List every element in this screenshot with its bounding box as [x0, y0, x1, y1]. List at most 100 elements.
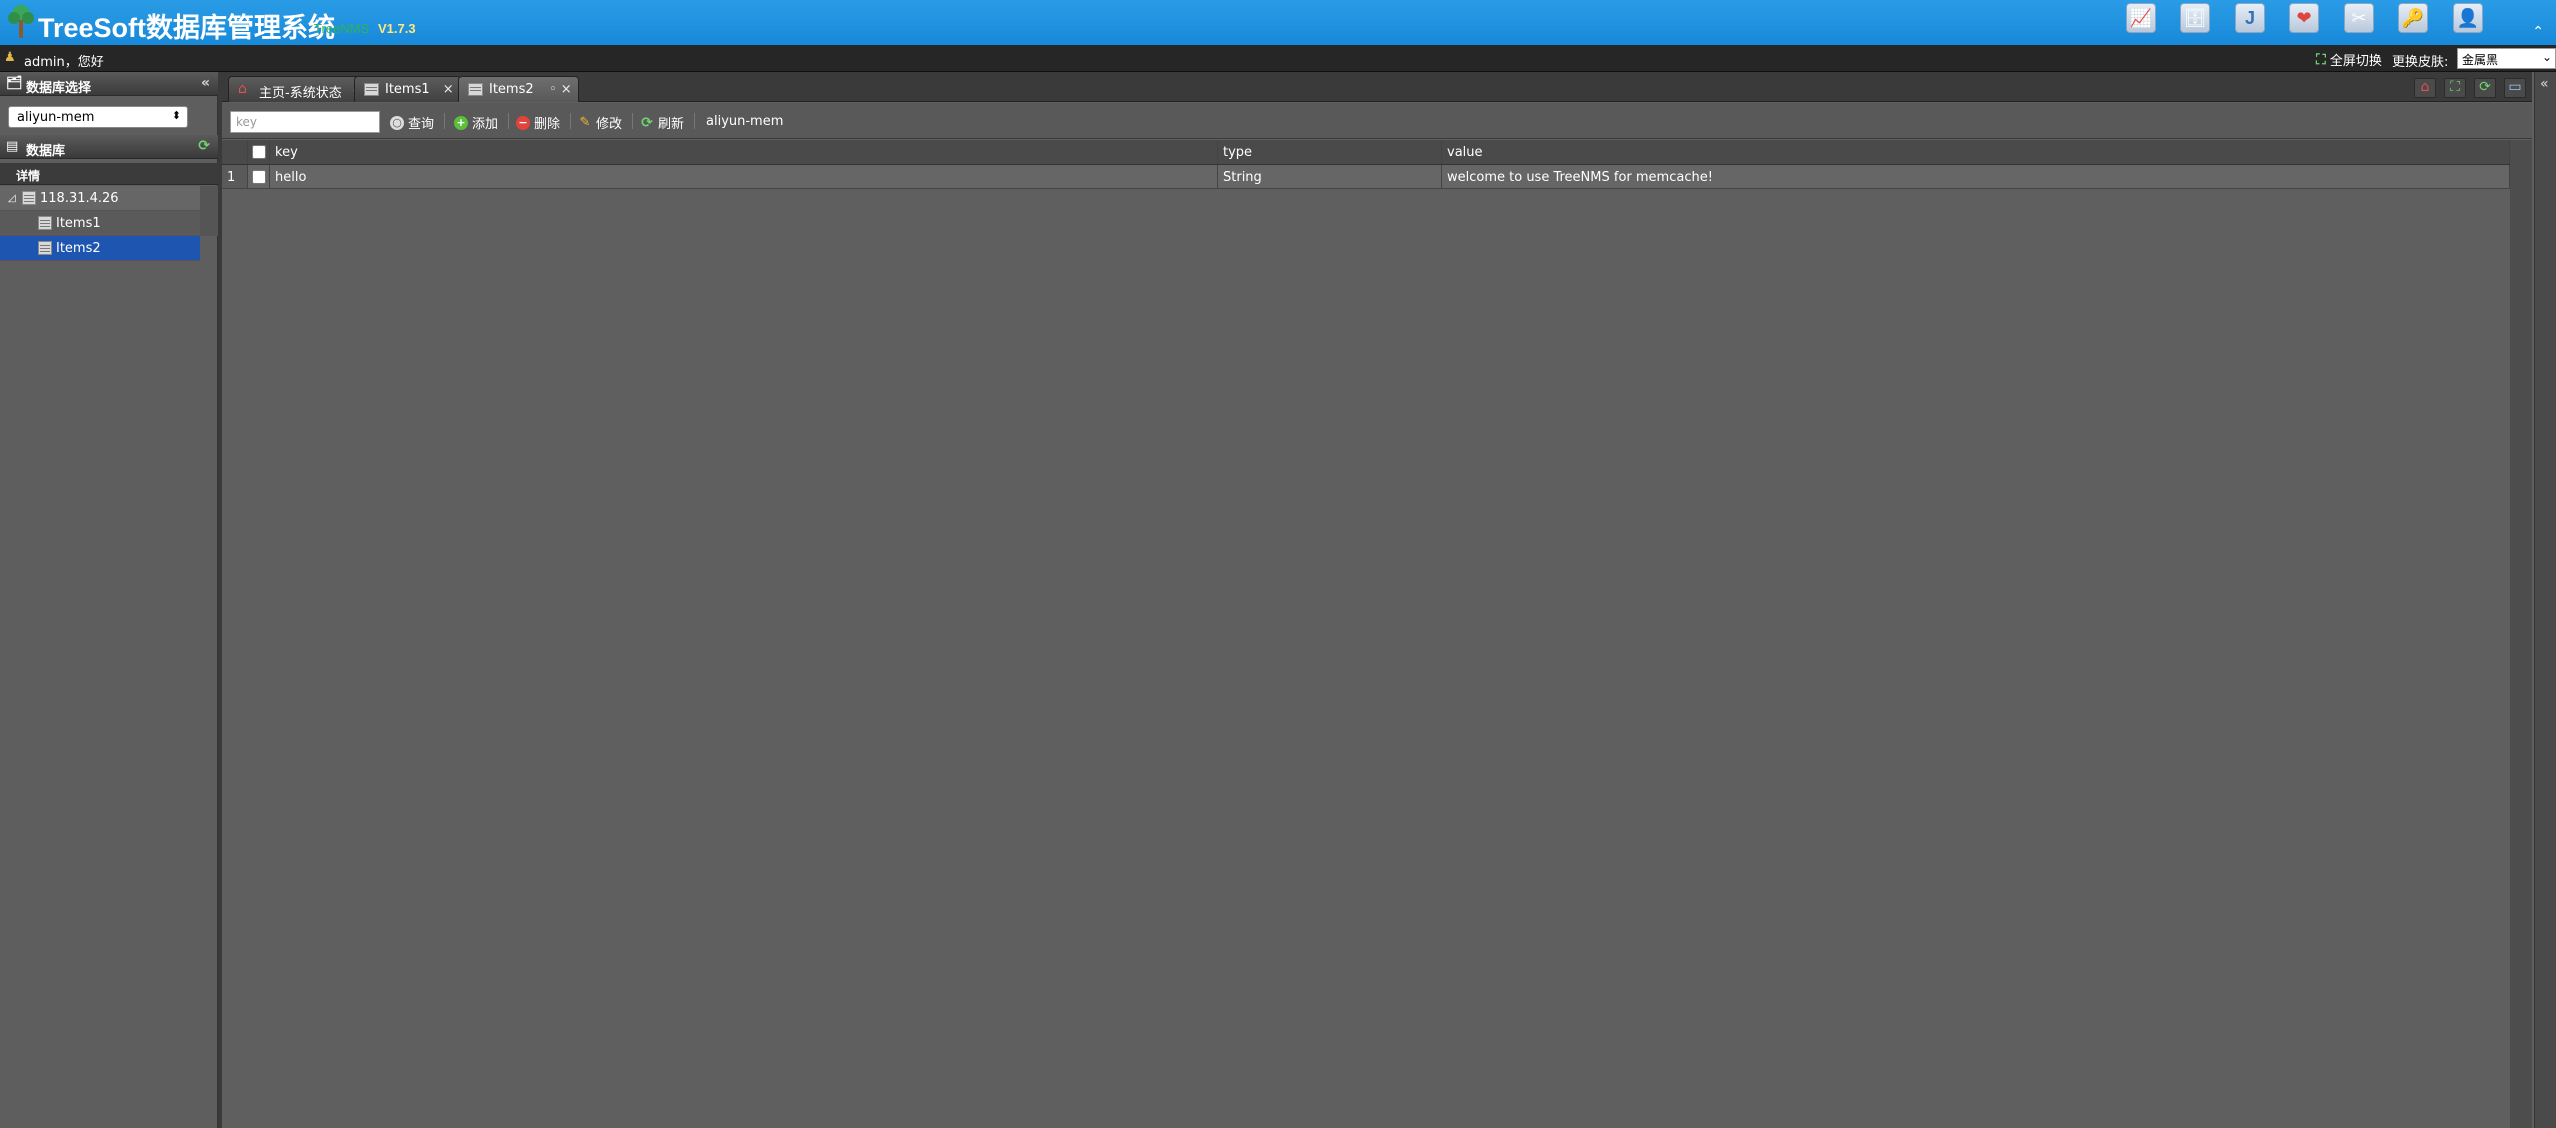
version-label: V1.7.3 [378, 21, 416, 36]
refresh-icon[interactable]: ⟳ [2474, 78, 2496, 98]
edit-button[interactable]: ✎ 修改 [578, 113, 622, 132]
separator [694, 113, 695, 129]
home-icon: ⌂ [238, 81, 247, 97]
search-input[interactable]: key [230, 111, 380, 133]
cell-key: hello [270, 165, 1218, 188]
tab-items1[interactable]: Items1 × [354, 76, 461, 102]
expand-right-icon[interactable]: « [2540, 76, 2549, 92]
refresh-tree-icon[interactable]: ⟳ [198, 138, 210, 154]
tab-label: Items1 [385, 82, 430, 97]
chevron-down-icon: ⌄ [2541, 50, 2552, 64]
add-label: 添加 [472, 117, 499, 132]
data-grid: key type value 1 hello String welcome to… [222, 140, 2510, 189]
column-header-value[interactable]: value [1442, 140, 2510, 164]
updown-icon: ⬍ [171, 109, 181, 122]
refresh-label: 刷新 [658, 117, 685, 132]
home-icon[interactable]: ⌂ [2414, 78, 2436, 98]
query-button[interactable]: ○ 查询 [390, 113, 434, 132]
skin-select[interactable]: 金属黑 ⌄ [2457, 48, 2556, 69]
add-icon: + [454, 115, 468, 130]
db-panel-title: 数据库 [26, 144, 66, 159]
sub-logo: TreeNMS [314, 21, 370, 36]
tree-node-label: Items1 [56, 216, 101, 231]
close-icon[interactable]: × [443, 82, 454, 97]
row-checkbox[interactable] [252, 170, 266, 184]
right-collapsed-panel[interactable]: « [2534, 72, 2556, 1128]
db-select-icon: 🗂 [6, 76, 23, 91]
toolbar: key ○ 查询 + 添加 − 删除 ✎ 修改 ⟳ 刷新 aliyun-mem [222, 103, 2532, 139]
key-icon[interactable]: 🔑 [2398, 3, 2428, 33]
tab-detail-label: 详情 [16, 169, 41, 183]
row-number: 1 [222, 165, 248, 188]
pencil-icon: ✎ [579, 114, 591, 130]
row-select-cell [248, 165, 270, 188]
tab-strip: ⌂ 主页-系统状态 ⌄ Items1 × Items2 ◦ × ⌂ ⛶ ⟳ ▭ [222, 72, 2532, 102]
refresh-button[interactable]: ⟳ 刷新 [640, 113, 685, 133]
tools-icon[interactable]: ✂ [2344, 3, 2374, 33]
heart-icon[interactable]: ❤ [2289, 3, 2319, 33]
tab-detail[interactable]: 详情 [0, 163, 218, 185]
fullscreen-icon: ⛶ [2316, 51, 2326, 68]
cell-value: welcome to use TreeNMS for memcache! [1442, 165, 2510, 188]
app-header: TreeSoft数据库管理系统 TreeNMS V1.7.3 📈 🗄 J ❤ ✂… [0, 0, 2556, 45]
close-icon[interactable]: ◦ × [549, 82, 572, 97]
table-icon [38, 241, 52, 255]
tree-node-label: Items2 [56, 241, 101, 256]
header-collapse-icon[interactable]: ⌃ [2532, 24, 2544, 40]
tab-label: Items2 [489, 82, 534, 97]
tree-expand-icon[interactable]: ◿ [8, 193, 16, 204]
table-icon [468, 83, 483, 96]
db-select-title: 数据库选择 [26, 81, 92, 96]
j-icon[interactable]: J [2235, 3, 2265, 33]
db-select-panel-header: 🗂 数据库选择 « [0, 72, 218, 96]
separator [444, 113, 445, 129]
tree-scrollbar[interactable] [200, 186, 218, 236]
separator [570, 113, 571, 129]
main-content: ⌂ 主页-系统状态 ⌄ Items1 × Items2 ◦ × ⌂ ⛶ ⟳ ▭ … [222, 72, 2532, 1128]
tab-home[interactable]: ⌂ 主页-系统状态 ⌄ [228, 76, 369, 102]
tree-node-items2[interactable]: Items2 [0, 236, 200, 261]
db-panel-header: ▤ 数据库 ⟳ [0, 135, 218, 159]
user-bar: ♟ admin，您好 ⛶ 全屏切换 更换皮肤: 金属黑 ⌄ [0, 45, 2556, 72]
db-select[interactable]: aliyun-mem ⬍ [8, 106, 188, 128]
separator [508, 113, 509, 129]
skin-value: 金属黑 [2462, 53, 2499, 67]
tree-node-items1[interactable]: Items1 [0, 211, 200, 236]
delete-label: 删除 [534, 117, 561, 132]
table-icon [364, 83, 379, 96]
select-all-cell [248, 140, 270, 164]
skin-label: 更换皮肤: [2392, 55, 2449, 70]
edit-label: 修改 [596, 117, 623, 132]
query-label: 查询 [408, 117, 435, 132]
fullscreen-toggle[interactable]: ⛶ 全屏切换 [2316, 50, 2382, 70]
select-all-checkbox[interactable] [252, 145, 266, 159]
tree-node-label: 118.31.4.26 [40, 191, 119, 206]
table-row[interactable]: 1 hello String welcome to use TreeNMS fo… [222, 165, 2510, 189]
add-button[interactable]: + 添加 [454, 113, 498, 132]
table-icon [38, 216, 52, 230]
rownum-header [222, 140, 248, 164]
user-greeting: admin，您好 [24, 55, 104, 70]
connection-label: aliyun-mem [706, 114, 784, 129]
refresh-icon: ⟳ [641, 114, 653, 131]
user-icon[interactable]: 👤 [2453, 3, 2483, 33]
db-select-value: aliyun-mem [17, 110, 95, 125]
window-icon[interactable]: ▭ [2504, 78, 2526, 98]
column-header-key[interactable]: key [270, 140, 1218, 164]
column-header-type[interactable]: type [1218, 140, 1442, 164]
tab-tools: ⌂ ⛶ ⟳ ▭ [2414, 78, 2526, 98]
tab-label: 主页-系统状态 [259, 86, 342, 101]
collapse-left-icon[interactable]: « [201, 75, 210, 91]
delete-icon: − [516, 115, 530, 130]
grid-scrollbar[interactable] [2510, 140, 2532, 1128]
grid-header: key type value [222, 140, 2510, 165]
tree-logo-icon [8, 5, 34, 38]
chart-icon[interactable]: 📈 [2126, 3, 2156, 33]
db-tree: ◿ 118.31.4.26 Items1 Items2 [0, 186, 200, 261]
app-title: TreeSoft数据库管理系统 [38, 13, 336, 43]
fullscreen-icon[interactable]: ⛶ [2444, 78, 2466, 98]
delete-button[interactable]: − 删除 [516, 113, 560, 132]
tab-items2[interactable]: Items2 ◦ × [458, 76, 579, 102]
tree-node-server[interactable]: ◿ 118.31.4.26 [0, 186, 200, 211]
db-icon[interactable]: 🗄 [2180, 3, 2210, 33]
